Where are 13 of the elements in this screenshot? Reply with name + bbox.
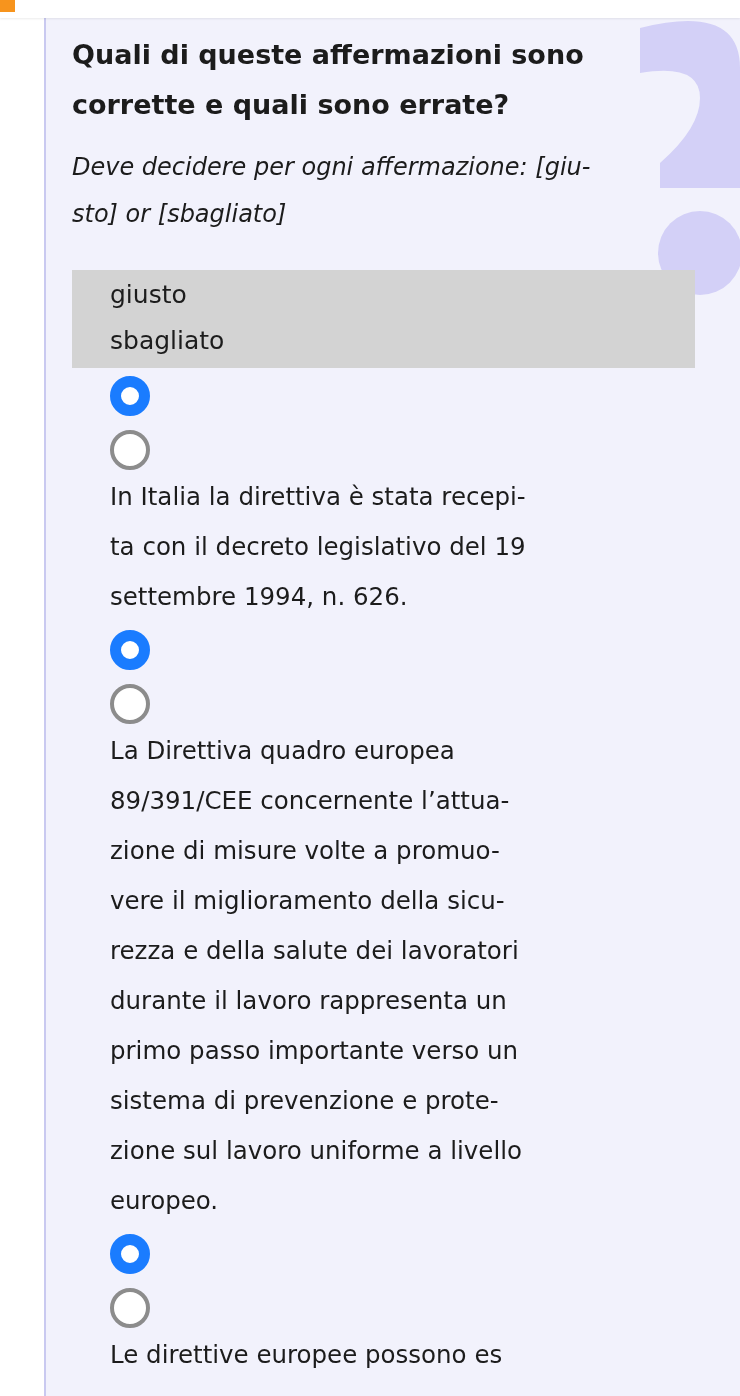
statement-text: La Direttiva quadro europea 89/391/CEE concernente l’attua- zione di misure volte a promuo- vere il miglioramento della sicu- rezza e della salute dei lavoratori durante il lavoro rappresenta un primo passo importante verso un sistema di prevenzione e prote- zione sul lavoro uniforme a livello europeo. bbox=[109, 735, 523, 1217]
instruction-text: Deve decidere per ogni affermazione: [giu- sto] or [sbagliato] bbox=[72, 152, 592, 230]
option-label: sbagliato bbox=[110, 325, 226, 357]
option-label: giusto bbox=[110, 279, 188, 311]
statement-text: Le direttive europee possono es bbox=[109, 1339, 504, 1371]
question-title: Quali di queste affermazioni sono corrette e quali sono errate? bbox=[72, 38, 585, 122]
statement-text: In Italia la direttiva è stata recepi- ta con il decreto legislativo del 19 settembre 1994, n. 626. bbox=[109, 481, 527, 613]
radio-button[interactable] bbox=[110, 684, 150, 724]
radio-button[interactable] bbox=[110, 376, 150, 416]
radio-button[interactable] bbox=[110, 1288, 150, 1328]
radio-button[interactable] bbox=[110, 430, 150, 470]
radio-button[interactable] bbox=[110, 630, 150, 670]
radio-button[interactable] bbox=[110, 1234, 150, 1274]
